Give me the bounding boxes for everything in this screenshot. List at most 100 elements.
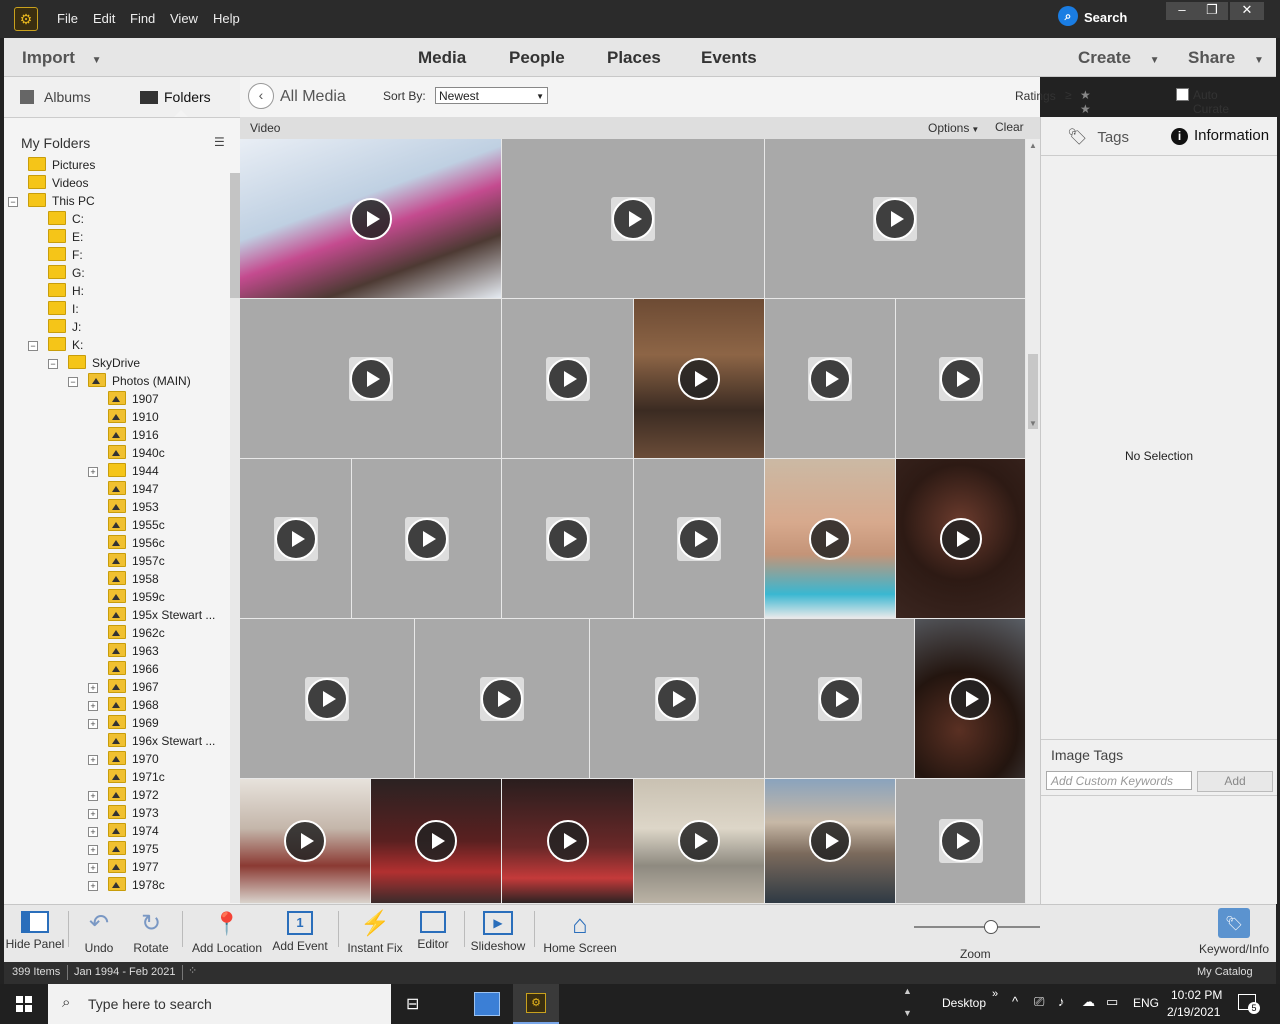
folder-tree-item[interactable]: G: [48,265,85,283]
video-thumbnail[interactable] [415,619,590,779]
video-thumbnail[interactable] [240,779,371,904]
folder-tree-item[interactable]: F: [48,247,83,265]
network-icon[interactable]: ▭ [1106,994,1118,1010]
tab-places[interactable]: Places [607,48,661,68]
expand-icon[interactable]: + [88,683,98,693]
folder-tree-item[interactable]: 1962c [108,625,165,643]
import-menu[interactable]: Import ▼ [22,48,102,68]
play-icon[interactable] [274,517,317,560]
folder-tree-item[interactable]: +1969 [88,715,159,733]
rotate-button[interactable]: ↻ Rotate [126,905,176,963]
play-icon[interactable] [949,677,991,720]
desktop-toolbar-label[interactable]: Desktop [942,996,986,1010]
catalog-name[interactable]: My Catalog [1197,966,1253,978]
video-thumbnail[interactable] [240,139,502,299]
menu-help[interactable]: Help [213,11,240,26]
collapse-icon[interactable]: − [68,377,78,387]
video-thumbnail[interactable] [765,619,915,779]
folder-tree-item[interactable]: 1907 [108,391,159,409]
play-icon[interactable] [874,197,916,240]
scroll-up-icon[interactable]: ▲ [1029,141,1037,150]
device-icon[interactable]: ⎚ [1034,994,1044,1010]
folder-tree-item[interactable]: Pictures [28,157,95,175]
search-button[interactable]: ⌕ Search [1058,6,1178,28]
play-icon[interactable] [612,197,654,240]
media-grid-scrollbar[interactable]: ▲ ▼ [1026,139,1040,904]
scroll-down-icon[interactable]: ▼ [1029,419,1037,428]
share-menu[interactable]: Share ▼ [1188,48,1264,68]
tab-albums[interactable]: Albums [20,89,91,105]
play-icon[interactable] [809,820,851,862]
folder-tree-item[interactable]: +1973 [88,805,159,823]
expand-icon[interactable]: + [88,827,98,837]
folder-tree-item[interactable]: 1956c [108,535,165,553]
editor-button[interactable]: Editor [408,905,458,963]
folder-tree-item[interactable]: +1968 [88,697,159,715]
video-thumbnail[interactable] [765,139,1026,299]
tab-people[interactable]: People [509,48,565,68]
close-button[interactable]: ✕ [1230,2,1264,20]
expand-icon[interactable]: + [88,863,98,873]
folder-tree-item[interactable]: 1910 [108,409,159,427]
folder-tree-item[interactable]: E: [48,229,83,247]
tab-folders[interactable]: Folders [140,89,211,105]
video-thumbnail[interactable] [765,299,896,459]
folder-tree-item[interactable]: 1958 [108,571,159,589]
expand-icon[interactable]: + [88,755,98,765]
play-icon[interactable] [405,517,448,560]
folder-tree-item[interactable]: +1975 [88,841,159,859]
folder-tree-item[interactable]: +1967 [88,679,159,697]
video-thumbnail[interactable] [896,459,1026,619]
show-hidden-icons-icon[interactable]: ^ [1012,994,1018,1009]
folder-tree-item[interactable]: 1963 [108,643,159,661]
video-thumbnail[interactable] [240,299,502,459]
scroll-up-icon[interactable]: ▲ [903,986,912,996]
folder-tree-scrollbar[interactable] [230,173,240,903]
play-icon[interactable] [678,820,720,862]
folder-tree-item[interactable]: − Photos (MAIN) [68,373,191,391]
play-icon[interactable] [481,677,523,720]
folder-tree-item[interactable]: C: [48,211,84,229]
tab-information[interactable]: i Information [1171,127,1269,145]
clock-date[interactable]: 2/19/2021 [1167,1005,1220,1019]
folder-tree-item[interactable]: J: [48,319,81,337]
play-icon[interactable] [349,357,392,400]
zoom-slider-handle[interactable] [984,920,998,934]
folder-tree-item[interactable]: 1916 [108,427,159,445]
play-icon[interactable] [939,517,982,560]
hide-panel-button[interactable]: Hide Panel [4,905,66,963]
play-icon[interactable] [546,357,589,400]
notification-icon[interactable]: 5 [1238,994,1260,1014]
menu-find[interactable]: Find [130,11,155,26]
expand-icon[interactable]: + [88,467,98,477]
folder-tree-item[interactable]: +1944 [88,463,159,481]
collapse-icon[interactable]: − [28,341,38,351]
folder-tree-item[interactable]: 1953 [108,499,159,517]
video-thumbnail[interactable] [896,299,1026,459]
play-icon[interactable] [546,517,589,560]
create-menu[interactable]: Create ▼ [1078,48,1160,68]
expand-icon[interactable]: + [88,791,98,801]
scrollbar-thumb[interactable] [230,173,240,298]
play-icon[interactable] [284,820,326,862]
add-event-button[interactable]: 1 Add Event [268,905,332,963]
video-thumbnail[interactable] [502,299,634,459]
video-thumbnail[interactable] [240,619,415,779]
play-icon[interactable] [939,357,982,400]
folder-tree-item[interactable]: +1974 [88,823,159,841]
video-thumbnail[interactable] [240,459,352,619]
folder-tree-item[interactable]: − K: [28,337,83,355]
zoom-slider-track[interactable] [914,926,1040,928]
folder-tree-item[interactable]: I: [48,301,79,319]
play-icon[interactable] [818,677,861,720]
menu-file[interactable]: File [57,11,78,26]
play-icon[interactable] [415,820,457,862]
folder-tree-item[interactable]: 1959c [108,589,165,607]
elements-organizer-taskbar-icon[interactable]: ⚙ [513,984,559,1024]
keyword-info-button[interactable]: 🏷 Keyword/Info [1194,905,1274,963]
video-thumbnail[interactable] [590,619,765,779]
play-icon[interactable] [678,517,720,560]
video-thumbnail[interactable] [896,779,1026,904]
expand-icon[interactable]: + [88,809,98,819]
back-button[interactable]: ‹ [248,83,274,109]
